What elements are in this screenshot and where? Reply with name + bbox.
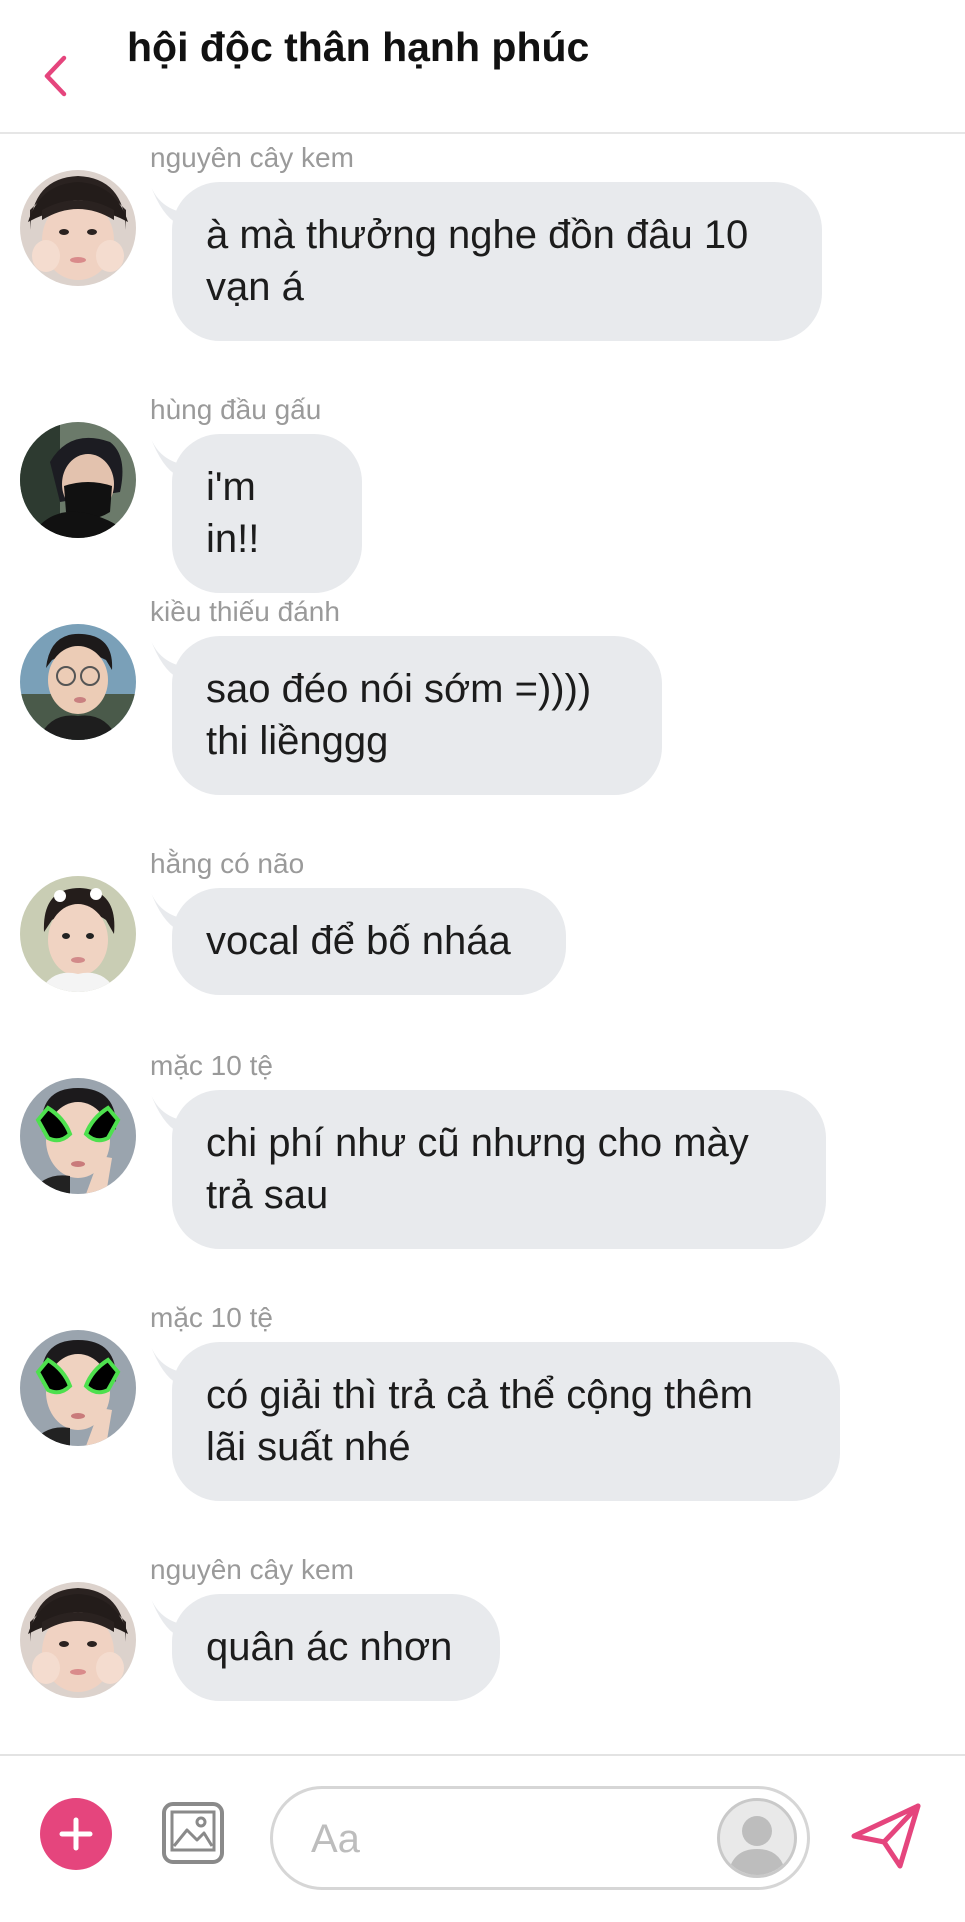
sender-name: hùng đầu gấu: [150, 394, 322, 425]
message-composer: [0, 1754, 965, 1922]
avatar-nguyen-cay-kem[interactable]: [20, 170, 136, 286]
sender-name: mặc 10 tệ: [150, 1302, 273, 1333]
image-button[interactable]: [160, 1800, 226, 1866]
plus-icon: [59, 1817, 93, 1851]
chat-title: hội độc thân hạnh phúc: [127, 24, 590, 70]
message-bubble[interactable]: có giải thì trả cả thể cộng thêm lãi suấ…: [172, 1342, 840, 1501]
avatar-mac-10-te[interactable]: [20, 1078, 136, 1194]
plus-button[interactable]: [40, 1798, 112, 1870]
sender-name: hằng có não: [150, 848, 305, 879]
message-input-container: [270, 1786, 810, 1890]
chevron-left-icon: [44, 55, 67, 97]
chat-header: hội độc thân hạnh phúc: [0, 0, 965, 134]
message-bubble[interactable]: à mà thưởng nghe đồn đâu 10 vạn á: [172, 182, 822, 341]
sender-name: mặc 10 tệ: [150, 1050, 273, 1081]
message-bubble[interactable]: sao đéo nói sớm =)))) thi liềnggg: [172, 636, 662, 795]
avatar-kieu-thieu-danh[interactable]: [20, 624, 136, 740]
image-icon: [162, 1802, 224, 1864]
sticker-button[interactable]: [717, 1798, 797, 1878]
message-bubble[interactable]: quân ác nhơn: [172, 1594, 500, 1701]
send-icon: [851, 1803, 921, 1869]
back-button[interactable]: [30, 48, 80, 104]
sender-name: nguyên cây kem: [150, 142, 354, 173]
message-input[interactable]: [309, 1809, 673, 1869]
message-bubble[interactable]: chi phí như cũ nhưng cho mày trả sau: [172, 1090, 826, 1249]
avatar-mac-10-te[interactable]: [20, 1330, 136, 1446]
avatar-nguyen-cay-kem[interactable]: [20, 1582, 136, 1698]
message-list[interactable]: nguyên cây kem à mà thưởng nghe đồn đâu …: [0, 134, 965, 1754]
avatar-hung-dau-gau[interactable]: [20, 422, 136, 538]
sticker-icon: [728, 1816, 786, 1875]
sender-name: nguyên cây kem: [150, 1554, 354, 1585]
send-button[interactable]: [848, 1798, 924, 1874]
avatar-hang-co-nao[interactable]: [20, 876, 136, 992]
message-bubble[interactable]: vocal để bố nháa: [172, 888, 566, 995]
message-bubble[interactable]: i'm in!!: [172, 434, 362, 593]
sender-name: kiều thiếu đánh: [150, 596, 340, 627]
